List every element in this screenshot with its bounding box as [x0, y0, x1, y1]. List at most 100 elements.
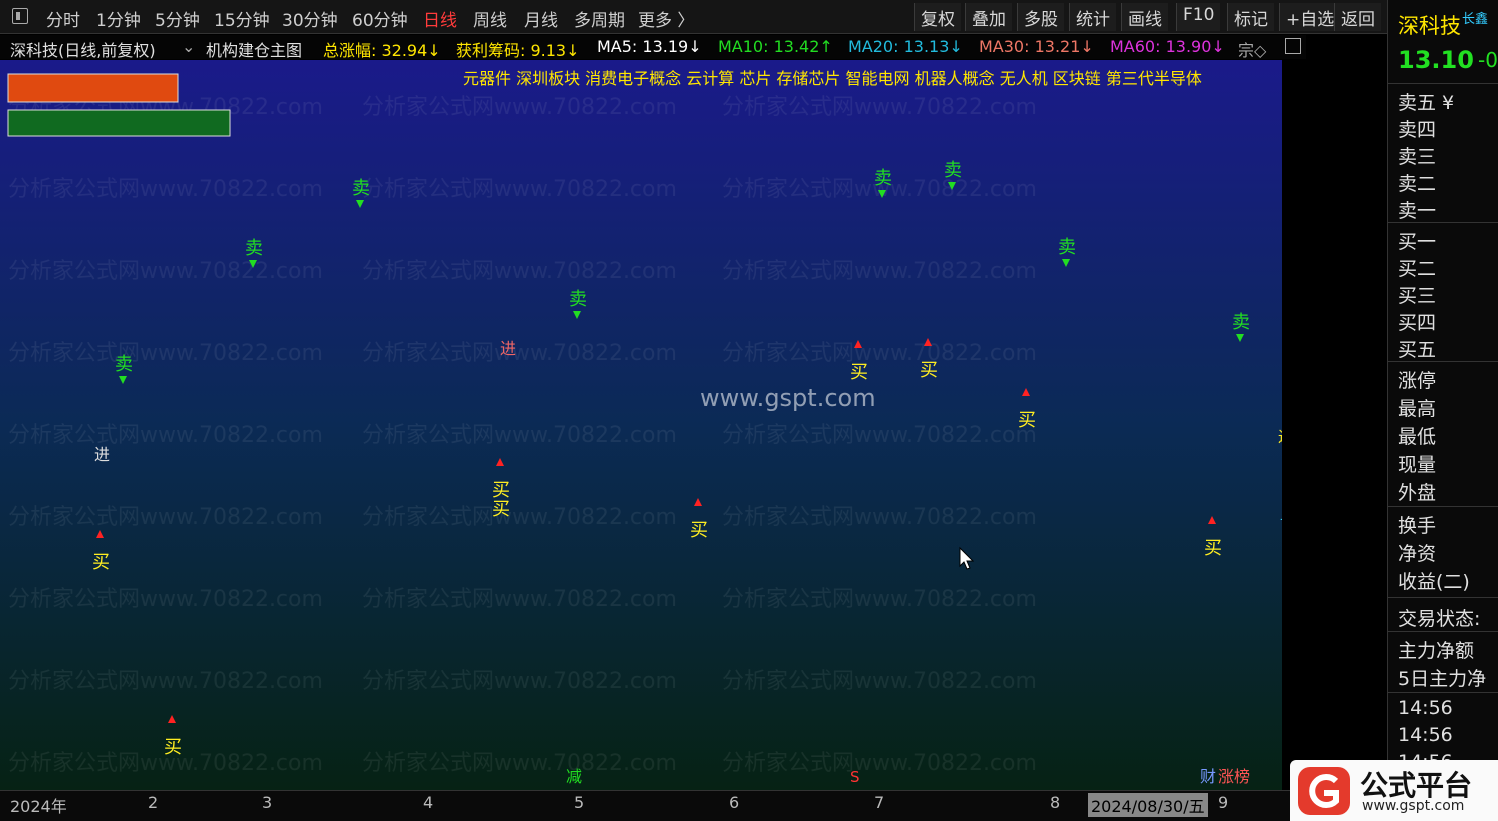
ask-2: 卖二 [1398, 173, 1437, 195]
month-6: 6 [729, 793, 740, 812]
entry-label: 进 [500, 339, 516, 358]
tool-stats[interactable]: 统计 [1069, 3, 1116, 31]
side-price: 13.10 [1398, 46, 1474, 74]
side-stock-name: 深科技 [1398, 14, 1461, 38]
side-tag: 长鑫 [1462, 12, 1489, 27]
watermark-text: 分析家公式网www.70822.com [722, 587, 1037, 612]
gspt-logo-icon [1298, 767, 1350, 815]
watermark-text: 分析家公式网www.70822.com [362, 423, 677, 448]
watermark-text: 分析家公式网www.70822.com [362, 177, 677, 202]
month-4: 4 [423, 793, 434, 812]
watermark-text: 分析家公式网www.70822.com [8, 259, 323, 284]
bid-3: 买三 [1398, 285, 1437, 307]
quote-panel: 深科技 长鑫 13.10 -0 卖五 ¥ 卖四 卖三 卖二 卖一 买一 买二 买… [1387, 0, 1498, 821]
watermark-text: 分析家公式网www.70822.com [722, 751, 1037, 776]
period-more[interactable]: 更多 〉 [638, 6, 694, 31]
indicator-name[interactable]: 机构建仓主图 [206, 37, 302, 61]
period-5min[interactable]: 5分钟 [155, 6, 200, 31]
trade-state: 交易状态: [1398, 608, 1481, 630]
period-weekly[interactable]: 周线 [473, 6, 507, 31]
watermark-text: 分析家公式网www.70822.com [722, 341, 1037, 366]
indicator-box-green [7, 109, 231, 137]
stock-title: 深科技(日线,前复权) [10, 41, 156, 60]
watermark-text: 分析家公式网www.70822.com [722, 95, 1037, 120]
sell-signal-label: 卖 [1058, 237, 1076, 258]
indicator-box-red [7, 73, 179, 103]
sell-signal-label: 卖 [944, 160, 962, 181]
stat-net-asset: 净资 [1398, 543, 1437, 565]
sell-signal-label: 卖 [1232, 312, 1250, 333]
watermark-text: 分析家公式网www.70822.com [362, 341, 677, 366]
date-year: 2024年 [10, 797, 67, 816]
tool-rights[interactable]: 复权 [914, 3, 961, 31]
stat-low: 最低 [1398, 426, 1437, 448]
watermark-text: 分析家公式网www.70822.com [8, 669, 323, 694]
ask-3: 卖三 [1398, 146, 1437, 168]
dropdown-icon[interactable]: ⌄ [182, 37, 195, 56]
limit-board-marker: 涨榜 [1218, 767, 1250, 786]
ma5-value: MA5: 13.19↓ [597, 37, 702, 56]
buy-signal-label: 买 [920, 360, 938, 381]
tick-time-1: 14:56 [1398, 697, 1453, 719]
month-8: 8 [1050, 793, 1061, 812]
entry-label: 进 [94, 445, 110, 464]
buy-signal-label: 买 [92, 552, 110, 573]
period-monthly[interactable]: 月线 [524, 6, 558, 31]
watermark-text: 分析家公式网www.70822.com [8, 587, 323, 612]
tool-multi-stock[interactable]: 多股 [1017, 3, 1064, 31]
s-marker: S [850, 768, 860, 786]
month-2: 2 [148, 793, 159, 812]
window-toggle-icon[interactable] [12, 8, 28, 24]
period-30min[interactable]: 30分钟 [282, 6, 338, 31]
ask-1: 卖一 [1398, 200, 1437, 222]
sell-signal-label: 卖 [352, 178, 370, 199]
period-daily[interactable]: 日线 [423, 6, 457, 31]
tool-add-favorite[interactable]: +自选 [1279, 3, 1341, 31]
tick-time-2: 14:56 [1398, 724, 1453, 746]
watermark-text: 分析家公式网www.70822.com [362, 669, 677, 694]
main-net-flow-5d: 5日主力净 [1398, 668, 1487, 690]
sell-signal-label: 卖 [245, 238, 263, 259]
watermark-text: 分析家公式网www.70822.com [722, 259, 1037, 284]
month-5: 5 [574, 793, 585, 812]
side-change: -0 [1478, 48, 1498, 72]
ma60-value: MA60: 13.90↓ [1110, 37, 1225, 56]
ask-4: 卖四 [1398, 119, 1437, 141]
gspt-logo: 公式平台 www.gspt.com [1290, 760, 1498, 821]
tool-mark[interactable]: 标记 [1227, 3, 1274, 31]
sell-signal-label: 卖 [569, 289, 587, 310]
period-intraday[interactable]: 分时 [46, 6, 80, 31]
buy-signal-label: 买 [492, 499, 510, 520]
tool-draw[interactable]: 画线 [1121, 3, 1168, 31]
stat-eps: 收益(二) [1398, 571, 1470, 593]
ma20-value: MA20: 13.13↓ [848, 37, 963, 56]
bid-5: 买五 [1398, 339, 1437, 361]
period-1min[interactable]: 1分钟 [96, 6, 141, 31]
center-watermark: www.gspt.com [700, 384, 876, 412]
tool-f10[interactable]: F10 [1176, 3, 1221, 31]
watermark-text: 分析家公式网www.70822.com [362, 751, 677, 776]
watermark-text: 分析家公式网www.70822.com [722, 423, 1037, 448]
watermark-text: 分析家公式网www.70822.com [722, 669, 1037, 694]
watermark-text: 分析家公式网www.70822.com [8, 341, 323, 366]
month-3: 3 [262, 793, 273, 812]
logo-url: www.gspt.com [1362, 798, 1465, 814]
sell-signal-label: 卖 [115, 354, 133, 375]
axis-bg [1282, 60, 1306, 790]
watermark-text: 分析家公式网www.70822.com [362, 587, 677, 612]
ma30-value: MA30: 13.21↓ [979, 37, 1094, 56]
bid-1: 买一 [1398, 231, 1437, 253]
month-9: 9 [1218, 793, 1229, 812]
kline-chart[interactable]: 分析家公式网www.70822.com 分析家公式网www.70822.com 分析… [0, 60, 1306, 790]
bid-2: 买二 [1398, 258, 1437, 280]
top-toolbar: 分时 1分钟 5分钟 15分钟 30分钟 60分钟 日线 周线 月线 多周期 更… [0, 0, 1498, 34]
ask-5: 卖五 ¥ [1398, 92, 1455, 114]
period-60min[interactable]: 60分钟 [352, 6, 408, 31]
period-15min[interactable]: 15分钟 [214, 6, 270, 31]
expand-icon[interactable] [1285, 38, 1301, 54]
tool-overlay[interactable]: 叠加 [965, 3, 1012, 31]
tool-back[interactable]: 返回 [1334, 3, 1381, 31]
profit-chips: 获利筹码: 9.13↓ [456, 41, 580, 60]
sell-signal-label: 卖 [874, 168, 892, 189]
period-multi[interactable]: 多周期 [574, 6, 625, 31]
